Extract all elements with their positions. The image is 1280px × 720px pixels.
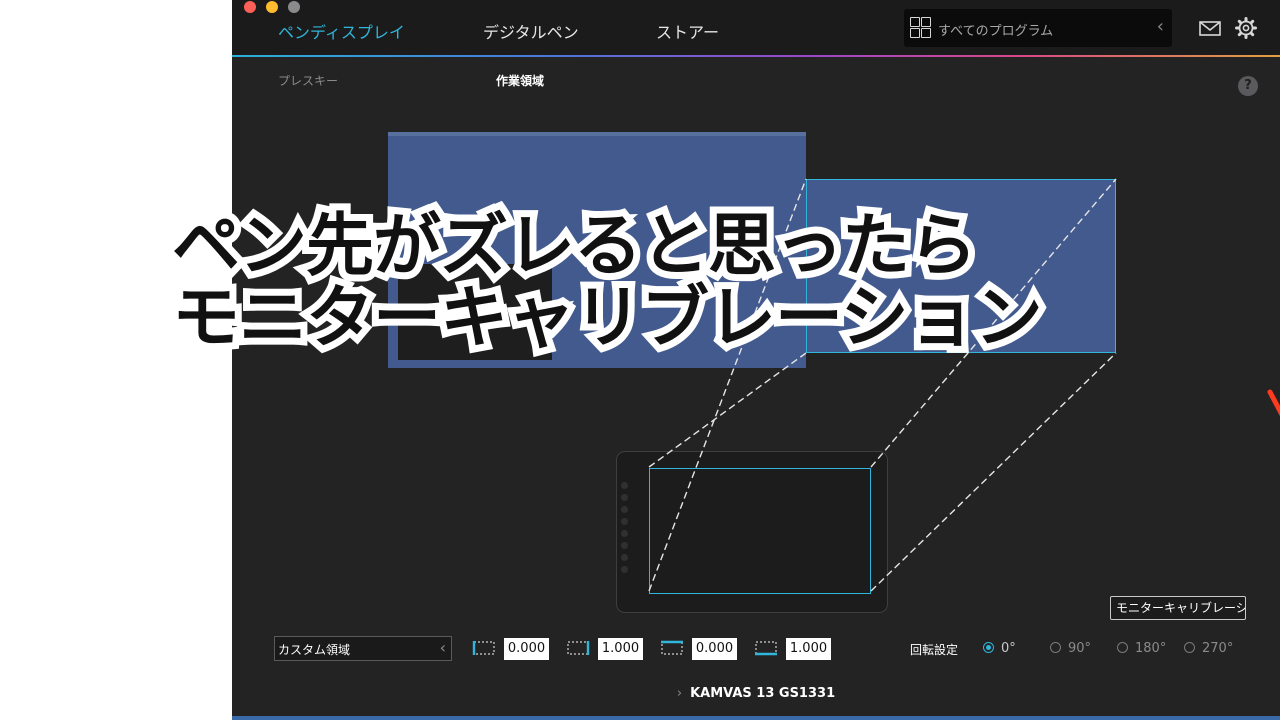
rotation-180-label: 180° (1135, 641, 1167, 656)
rotation-90-label: 90° (1068, 641, 1092, 656)
device-name: KAMVAS 13 GS1331 (690, 686, 836, 701)
area-top-value[interactable]: 0.000 (692, 638, 737, 660)
red-arrow-annotation (1267, 389, 1280, 417)
chevron-right-icon: › (676, 686, 683, 701)
rotation-270-radio[interactable] (1184, 642, 1195, 653)
rotation-270-label: 270° (1202, 641, 1234, 656)
area-mode-select[interactable]: カスタム領域 ‹ (274, 636, 452, 661)
area-left-value[interactable]: 0.000 (504, 638, 549, 660)
rotation-0-radio[interactable] (983, 642, 994, 653)
monitor-calibration-button[interactable]: モニターキャリブレーション (1110, 596, 1246, 620)
area-bottom-icon (755, 641, 777, 656)
device-selector[interactable]: › KAMVAS 13 GS1331 (232, 686, 1280, 701)
headline-line-2: モニターキャリブレーション (165, 272, 1050, 365)
area-bottom-value[interactable]: 1.000 (786, 638, 831, 660)
rotation-setting-label: 回転設定 (910, 643, 959, 657)
area-top-icon (661, 640, 683, 655)
area-right-icon (567, 641, 590, 655)
rotation-90-radio[interactable] (1050, 642, 1061, 653)
area-mode-value: カスタム領域 (278, 643, 351, 657)
rotation-180-radio[interactable] (1117, 642, 1128, 653)
chevron-left-icon: ‹ (439, 638, 446, 657)
area-right-value[interactable]: 1.000 (598, 638, 643, 660)
window-bottom-edge (232, 716, 1280, 720)
area-left-icon (472, 641, 495, 655)
rotation-0-label: 0° (1001, 641, 1016, 656)
